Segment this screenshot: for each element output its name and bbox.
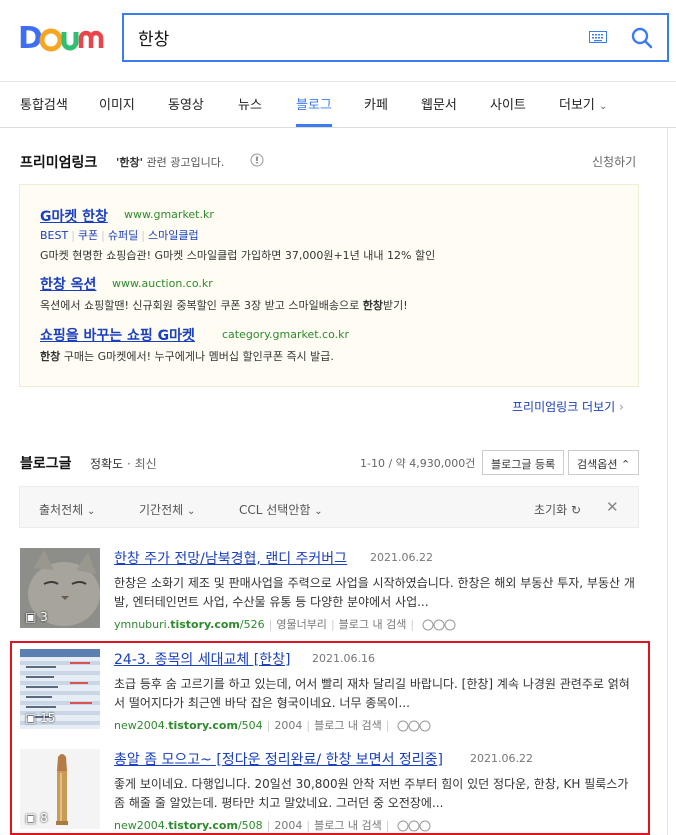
image-count: ▣ 3 xyxy=(25,610,48,624)
tab-news[interactable]: 뉴스 xyxy=(238,94,262,113)
result-title[interactable]: 한창 주가 전망/남북경협, 랜디 주커버그 xyxy=(114,548,347,568)
ad-text-3: 한창 구매는 G마켓에서! 누구에게나 멤버십 할인쿠폰 즉시 발급. xyxy=(40,350,334,363)
ad-text-2: 옥션에서 쇼핑할땐! 신규회원 중복할인 쿠폰 3장 받고 스마일배송으로 한창… xyxy=(40,299,408,312)
ad-title-1[interactable]: G마켓 한창 xyxy=(40,206,108,226)
chevron-down-icon: ⌄ xyxy=(599,101,608,112)
filter-source[interactable]: 출처전체 ⌄ xyxy=(39,501,95,518)
result-thumbnail[interactable]: ▣ 3 xyxy=(20,548,100,628)
keyboard-icon[interactable] xyxy=(589,30,607,44)
search-box xyxy=(122,13,669,62)
premium-desc-text: 관련 광고입니다. xyxy=(142,156,225,169)
chevron-down-icon: ⌄ xyxy=(187,506,196,517)
svg-text:D: D xyxy=(18,21,43,54)
camera-icon: ▣ xyxy=(25,610,37,624)
refresh-icon: ↻ xyxy=(570,503,582,517)
register-blog-button[interactable]: 블로그글 등록 xyxy=(482,450,565,475)
blog-section-title: 블로그글 xyxy=(20,456,72,472)
tab-more[interactable]: 더보기 ⌄ xyxy=(559,94,607,113)
active-tab-indicator xyxy=(296,124,332,127)
reset-filters-button[interactable]: 초기화 ↻ xyxy=(534,501,581,518)
search-options-button[interactable]: 검색옵션 ⌃ xyxy=(568,450,640,475)
filter-bar: 출처전체 ⌄ 기간전체 ⌄ CCL 선택안함 ⌄ 초기화 ↻ ✕ xyxy=(19,486,639,528)
premium-link-desc: '한창' 관련 광고입니다. xyxy=(116,154,224,170)
result-snippet: 한창은 소화기 제조 및 판매사업을 주력으로 사업을 시작하였습니다. 한창은… xyxy=(114,576,635,609)
premium-ad-box: G마켓 한창 www.gmarket.kr BEST | 쿠폰 | 슈퍼딜 | 스마일클럽 … xyxy=(19,184,639,387)
tab-images[interactable]: 이미지 xyxy=(99,94,135,113)
ad-text-1: G마켓 현명한 쇼핑습관! G마켓 스마일클럽 가입하면 37,000원+1년 … xyxy=(40,249,436,262)
blog-name[interactable]: 영물너부리 xyxy=(276,618,327,631)
result-count: 1-10 / 약 4,930,000건 xyxy=(360,457,476,470)
ad-url-2[interactable]: www.auction.co.kr xyxy=(112,277,213,290)
premium-more-link[interactable]: 프리미엄링크 더보기 › xyxy=(512,398,624,415)
tab-site[interactable]: 사이트 xyxy=(490,94,526,113)
result-url[interactable]: ymnuburi.tistory.com/526 xyxy=(114,618,265,631)
premium-keyword: '한창' xyxy=(116,156,143,169)
ad-sublinks-1: BEST | 쿠폰 | 슈퍼딜 | 스마일클럽 xyxy=(40,229,199,242)
chevron-down-icon: ⌄ xyxy=(314,506,323,517)
ad-sub-best[interactable]: BEST xyxy=(40,229,68,242)
ad-sub-superdeal[interactable]: 슈퍼딜 xyxy=(108,229,138,242)
search-icon[interactable] xyxy=(627,23,657,53)
sort-options: 정확도 · 최신 xyxy=(90,457,157,471)
ad-sub-coupon[interactable]: 쿠폰 xyxy=(78,229,98,242)
tab-cafe[interactable]: 카페 xyxy=(364,94,388,113)
ad-title-2[interactable]: 한창 옥션 xyxy=(40,274,96,294)
chevron-up-icon: ⌃ xyxy=(620,458,631,471)
result-meta: ymnuburi.tistory.com/526 | 영물너부리 | 블로그 내 검색 | xyxy=(114,616,456,632)
premium-more-label: 프리미엄링크 더보기 xyxy=(512,400,616,414)
filter-ccl[interactable]: CCL 선택안함 ⌄ xyxy=(239,501,323,518)
tab-more-label: 더보기 xyxy=(559,98,595,113)
search-input[interactable] xyxy=(138,24,568,51)
filter-period[interactable]: 기간전체 ⌄ xyxy=(139,501,195,518)
close-icon[interactable]: ✕ xyxy=(606,498,619,516)
tab-blog[interactable]: 블로그 xyxy=(296,94,332,113)
tab-web[interactable]: 웹문서 xyxy=(421,94,457,113)
premium-link-title: 프리미엄링크 xyxy=(20,155,98,171)
header: D xyxy=(0,0,676,82)
info-icon[interactable] xyxy=(250,153,264,167)
search-options-label: 검색옵션 xyxy=(577,458,618,471)
blog-inner-search[interactable]: 블로그 내 검색 xyxy=(339,618,407,631)
highlight-box xyxy=(10,641,650,835)
blog-result: ▣ 3 한창 주가 전망/남북경협, 랜디 주커버그 2021.06.22 한창… xyxy=(0,548,676,643)
ad-url-1[interactable]: www.gmarket.kr xyxy=(124,208,214,221)
chevron-right-icon: › xyxy=(619,400,624,414)
chevron-down-icon: ⌄ xyxy=(87,506,96,517)
daum-logo[interactable]: D xyxy=(18,20,106,54)
tab-video[interactable]: 동영상 xyxy=(168,94,204,113)
result-date: 2021.06.22 xyxy=(370,551,433,564)
ccl-license-icon xyxy=(422,619,456,631)
sort-accuracy[interactable]: 정확도 xyxy=(90,457,123,471)
ad-url-3[interactable]: category.gmarket.co.kr xyxy=(222,328,349,341)
tab-all[interactable]: 통합검색 xyxy=(20,94,68,113)
ad-title-3[interactable]: 쇼핑을 바꾸는 쇼핑 G마켓 xyxy=(40,325,195,345)
ad-sub-smileclub[interactable]: 스마일클럽 xyxy=(148,229,199,242)
sort-latest[interactable]: 최신 xyxy=(135,457,157,471)
search-tabs: 통합검색 이미지 동영상 뉴스 블로그 카페 웹문서 사이트 더보기 ⌄ xyxy=(0,82,676,128)
apply-link[interactable]: 신청하기 xyxy=(592,153,636,170)
